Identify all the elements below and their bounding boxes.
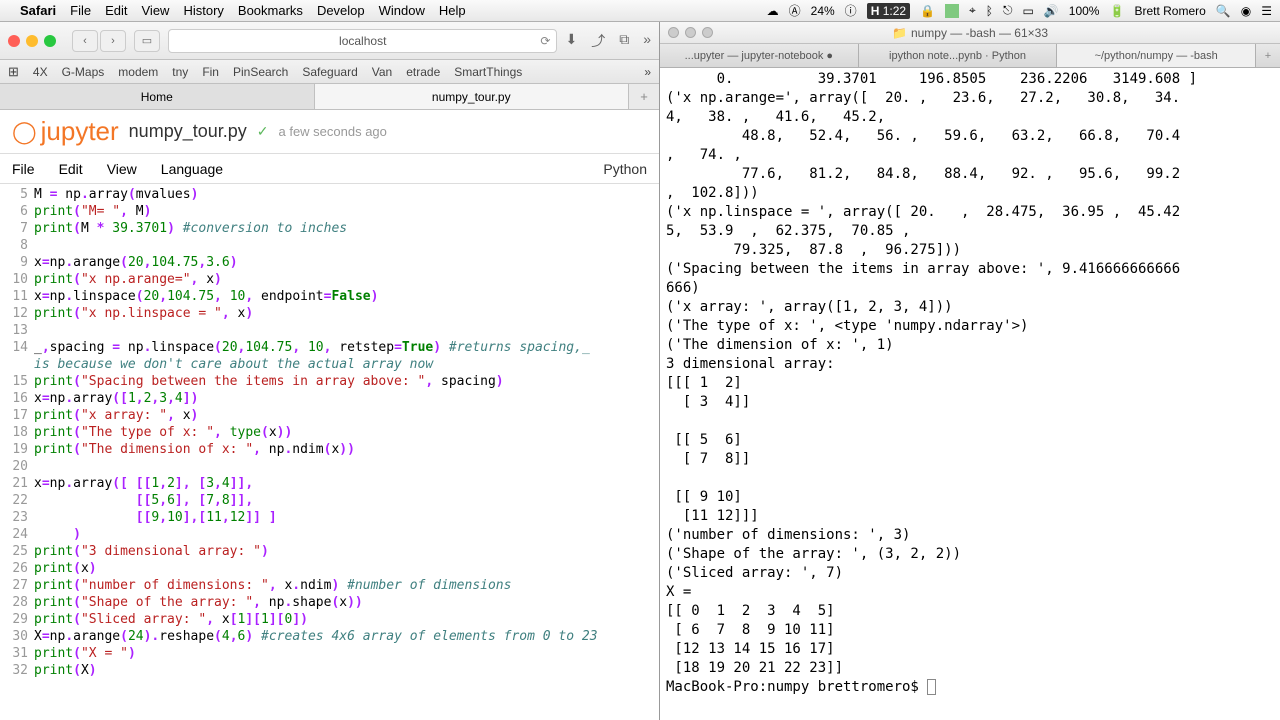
fav-modem[interactable]: modem xyxy=(118,65,158,79)
reload-icon[interactable]: ⟳ xyxy=(540,34,550,48)
spotlight-icon[interactable]: 🔍 xyxy=(1216,4,1231,18)
siri-icon[interactable]: ◉ xyxy=(1241,4,1251,18)
fav-fin[interactable]: Fin xyxy=(202,65,219,79)
download-icon[interactable]: ⬇ xyxy=(565,31,577,51)
fav-gmaps[interactable]: G-Maps xyxy=(62,65,105,79)
address-bar[interactable]: localhost ⟳ xyxy=(168,29,557,53)
fav-smartthings[interactable]: SmartThings xyxy=(454,65,522,79)
term-tab-jupyter[interactable]: ...upyter — jupyter-notebook ● xyxy=(660,44,859,67)
favorites-bar: ⊞ 4X G-Maps modem tny Fin PinSearch Safe… xyxy=(0,60,659,84)
jup-menu-edit[interactable]: Edit xyxy=(59,161,83,177)
term-new-tab-button[interactable]: + xyxy=(1256,44,1280,67)
aa-icon[interactable]: Ⓐ xyxy=(789,2,801,19)
term-close-button[interactable] xyxy=(668,27,679,38)
overflow-icon[interactable]: » xyxy=(643,31,651,51)
battery-level: 100% xyxy=(1069,4,1100,18)
new-tab-button[interactable]: + xyxy=(629,84,659,109)
terminal-window-controls xyxy=(668,27,713,38)
forward-button[interactable]: › xyxy=(100,30,126,52)
safari-toolbar: ‹ › ▭ localhost ⟳ ⬇ ⤴ ⧉ » xyxy=(0,22,659,60)
menu-window[interactable]: Window xyxy=(379,3,425,18)
fav-etrade[interactable]: etrade xyxy=(406,65,440,79)
safari-window: ‹ › ▭ localhost ⟳ ⬇ ⤴ ⧉ » ⊞ 4X G-Maps mo… xyxy=(0,22,660,720)
fav-4x[interactable]: 4X xyxy=(33,65,48,79)
term-minimize-button[interactable] xyxy=(685,27,696,38)
user-name[interactable]: Brett Romero xyxy=(1134,4,1205,18)
fav-tny[interactable]: tny xyxy=(172,65,188,79)
terminal-window: 📁 numpy — -bash — 61×33 ...upyter — jupy… xyxy=(660,22,1280,720)
activity-icon[interactable] xyxy=(945,4,959,18)
notebook-filename[interactable]: numpy_tour.py xyxy=(129,121,247,142)
code-editor[interactable]: 5M = np.array(mvalues)6print("M= ", M)7p… xyxy=(0,184,659,720)
terminal-tabs: ...upyter — jupyter-notebook ● ipython n… xyxy=(660,44,1280,68)
jup-menu-view[interactable]: View xyxy=(107,161,137,177)
close-button[interactable] xyxy=(8,35,20,47)
minimize-button[interactable] xyxy=(26,35,38,47)
favorites-overflow-icon[interactable]: » xyxy=(644,65,651,79)
fav-pinsearch[interactable]: PinSearch xyxy=(233,65,288,79)
term-tab-ipython[interactable]: ipython note...pynb · Python xyxy=(859,44,1058,67)
favorites-grid-icon[interactable]: ⊞ xyxy=(8,64,19,80)
kernel-label[interactable]: Python xyxy=(603,161,647,177)
back-button[interactable]: ‹ xyxy=(72,30,98,52)
jupyter-header: ◯jupyter numpy_tour.py ✓ a few seconds a… xyxy=(0,110,659,154)
battery-icon[interactable]: 🔋 xyxy=(1109,4,1124,18)
jup-menu-file[interactable]: File xyxy=(12,161,35,177)
cloud-icon[interactable]: ☁ xyxy=(767,4,779,18)
tabs-icon[interactable]: ⧉ xyxy=(619,31,629,51)
zoom-level: 24% xyxy=(811,4,835,18)
term-tab-bash[interactable]: ~/python/numpy — -bash xyxy=(1057,44,1256,67)
fav-van[interactable]: Van xyxy=(372,65,392,79)
notification-icon[interactable]: ☰ xyxy=(1261,4,1272,18)
display-icon[interactable]: ▭ xyxy=(1022,4,1033,18)
saved-label: a few seconds ago xyxy=(278,124,386,139)
tab-numpy-tour[interactable]: numpy_tour.py xyxy=(315,84,630,109)
menu-view[interactable]: View xyxy=(142,3,170,18)
jupyter-logo[interactable]: ◯jupyter xyxy=(12,116,119,147)
jupyter-menu: File Edit View Language Python xyxy=(0,154,659,184)
menu-file[interactable]: File xyxy=(70,3,91,18)
terminal-titlebar: 📁 numpy — -bash — 61×33 xyxy=(660,22,1280,44)
terminal-title: numpy — -bash — 61×33 xyxy=(911,26,1048,40)
info-icon[interactable]: ⓘ xyxy=(845,2,857,19)
clock-widget[interactable]: H 1:22 xyxy=(867,3,910,19)
menu-bookmarks[interactable]: Bookmarks xyxy=(238,3,303,18)
lock-icon[interactable]: 🔒 xyxy=(920,4,935,18)
maximize-button[interactable] xyxy=(44,35,56,47)
folder-icon: 📁 xyxy=(892,26,907,40)
saved-check-icon: ✓ xyxy=(257,123,269,140)
wifi-icon[interactable]: ⎋ xyxy=(1003,3,1013,18)
menu-edit[interactable]: Edit xyxy=(105,3,127,18)
bluetooth-icon[interactable]: ᛒ xyxy=(986,4,993,18)
macos-menubar: Safari File Edit View History Bookmarks … xyxy=(0,0,1280,22)
window-controls xyxy=(8,35,56,47)
url-text: localhost xyxy=(339,34,386,48)
menu-help[interactable]: Help xyxy=(439,3,466,18)
menu-history[interactable]: History xyxy=(183,3,223,18)
browser-tabs: Home numpy_tour.py + xyxy=(0,84,659,110)
term-maximize-button[interactable] xyxy=(702,27,713,38)
menu-develop[interactable]: Develop xyxy=(317,3,365,18)
sidebar-button[interactable]: ▭ xyxy=(134,30,160,52)
jup-menu-language[interactable]: Language xyxy=(161,161,223,177)
tab-home[interactable]: Home xyxy=(0,84,315,109)
terminal-output[interactable]: 0. 39.3701 196.8505 236.2206 3149.608 ] … xyxy=(660,68,1280,720)
app-name[interactable]: Safari xyxy=(20,3,56,18)
fav-safeguard[interactable]: Safeguard xyxy=(302,65,357,79)
share-icon[interactable]: ⤴ xyxy=(591,31,605,51)
volume-icon[interactable]: 🔊 xyxy=(1044,4,1059,18)
location-icon[interactable]: ⌖ xyxy=(969,3,976,18)
